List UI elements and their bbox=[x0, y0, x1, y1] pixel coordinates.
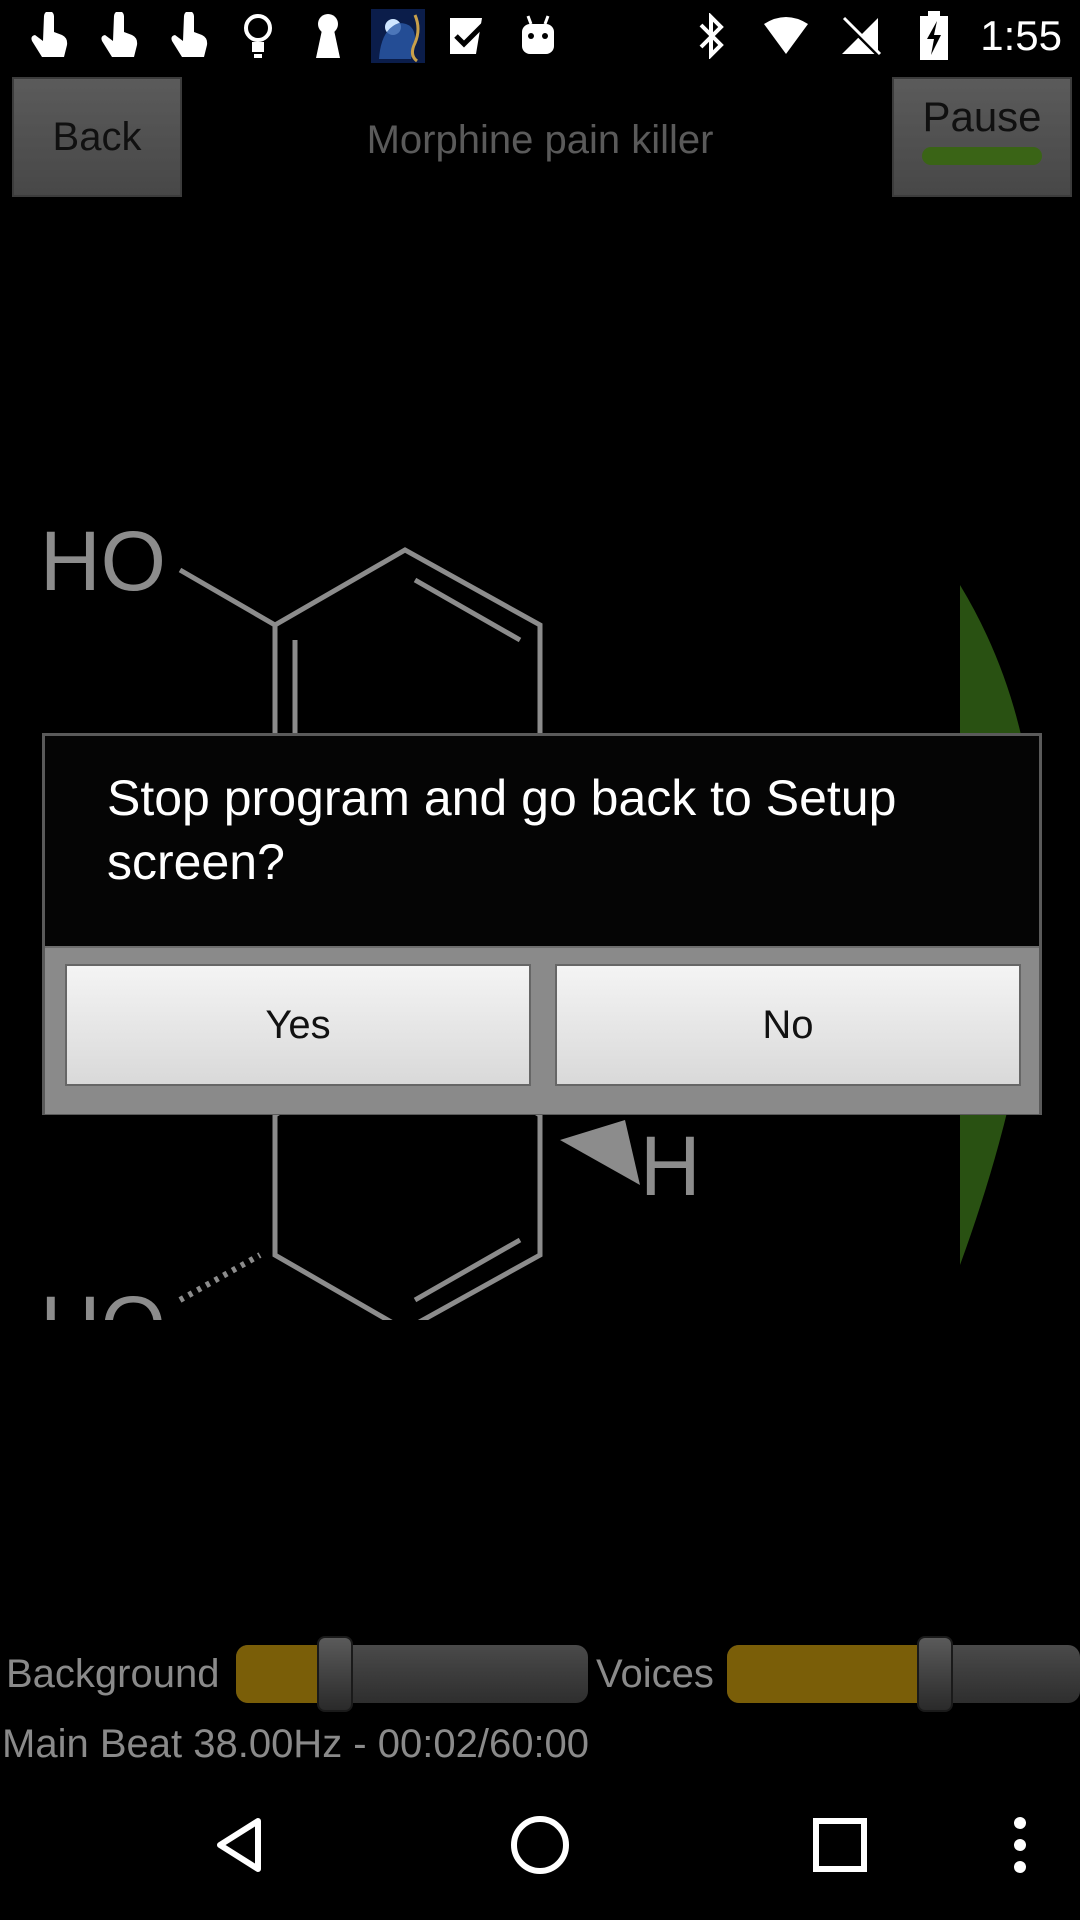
recents-icon[interactable] bbox=[800, 1805, 880, 1885]
keyhole-icon bbox=[300, 8, 356, 64]
voices-label: Voices bbox=[596, 1652, 714, 1696]
yes-button[interactable]: Yes bbox=[65, 964, 531, 1086]
wifi-icon bbox=[758, 8, 814, 64]
system-icons: 1:55 bbox=[684, 8, 1062, 64]
touch-icon bbox=[160, 8, 216, 64]
background-slider[interactable] bbox=[236, 1636, 588, 1712]
no-button[interactable]: No bbox=[555, 964, 1021, 1086]
status-bar: 1:55 bbox=[0, 0, 1080, 72]
home-icon[interactable] bbox=[500, 1805, 580, 1885]
dialog-message: Stop program and go back to Setup screen… bbox=[107, 770, 897, 890]
dialog-button-bar: Yes No bbox=[45, 946, 1039, 1114]
no-signal-icon bbox=[832, 8, 888, 64]
navigation-bar bbox=[0, 1770, 1080, 1920]
status-text: Main Beat 38.00Hz - 00:02/60:00 bbox=[2, 1722, 590, 1766]
clock: 1:55 bbox=[980, 12, 1062, 59]
bulb-icon bbox=[230, 8, 286, 64]
check-icon bbox=[440, 8, 496, 64]
android-icon bbox=[510, 8, 566, 64]
background-slider-thumb[interactable] bbox=[317, 1636, 353, 1712]
touch-icon bbox=[90, 8, 146, 64]
bluetooth-icon bbox=[684, 8, 740, 64]
voices-slider-fill bbox=[727, 1645, 935, 1703]
brain-app-icon bbox=[370, 8, 426, 64]
notification-icons bbox=[20, 8, 566, 64]
back-icon[interactable] bbox=[200, 1805, 280, 1885]
background-label: Background bbox=[6, 1652, 220, 1696]
voices-slider[interactable] bbox=[727, 1636, 1080, 1712]
confirm-dialog: Stop program and go back to Setup screen… bbox=[42, 733, 1042, 1115]
touch-icon bbox=[20, 8, 76, 64]
voices-slider-thumb[interactable] bbox=[917, 1636, 953, 1712]
battery-charging-icon bbox=[906, 8, 962, 64]
overflow-menu-icon[interactable] bbox=[980, 1805, 1060, 1885]
